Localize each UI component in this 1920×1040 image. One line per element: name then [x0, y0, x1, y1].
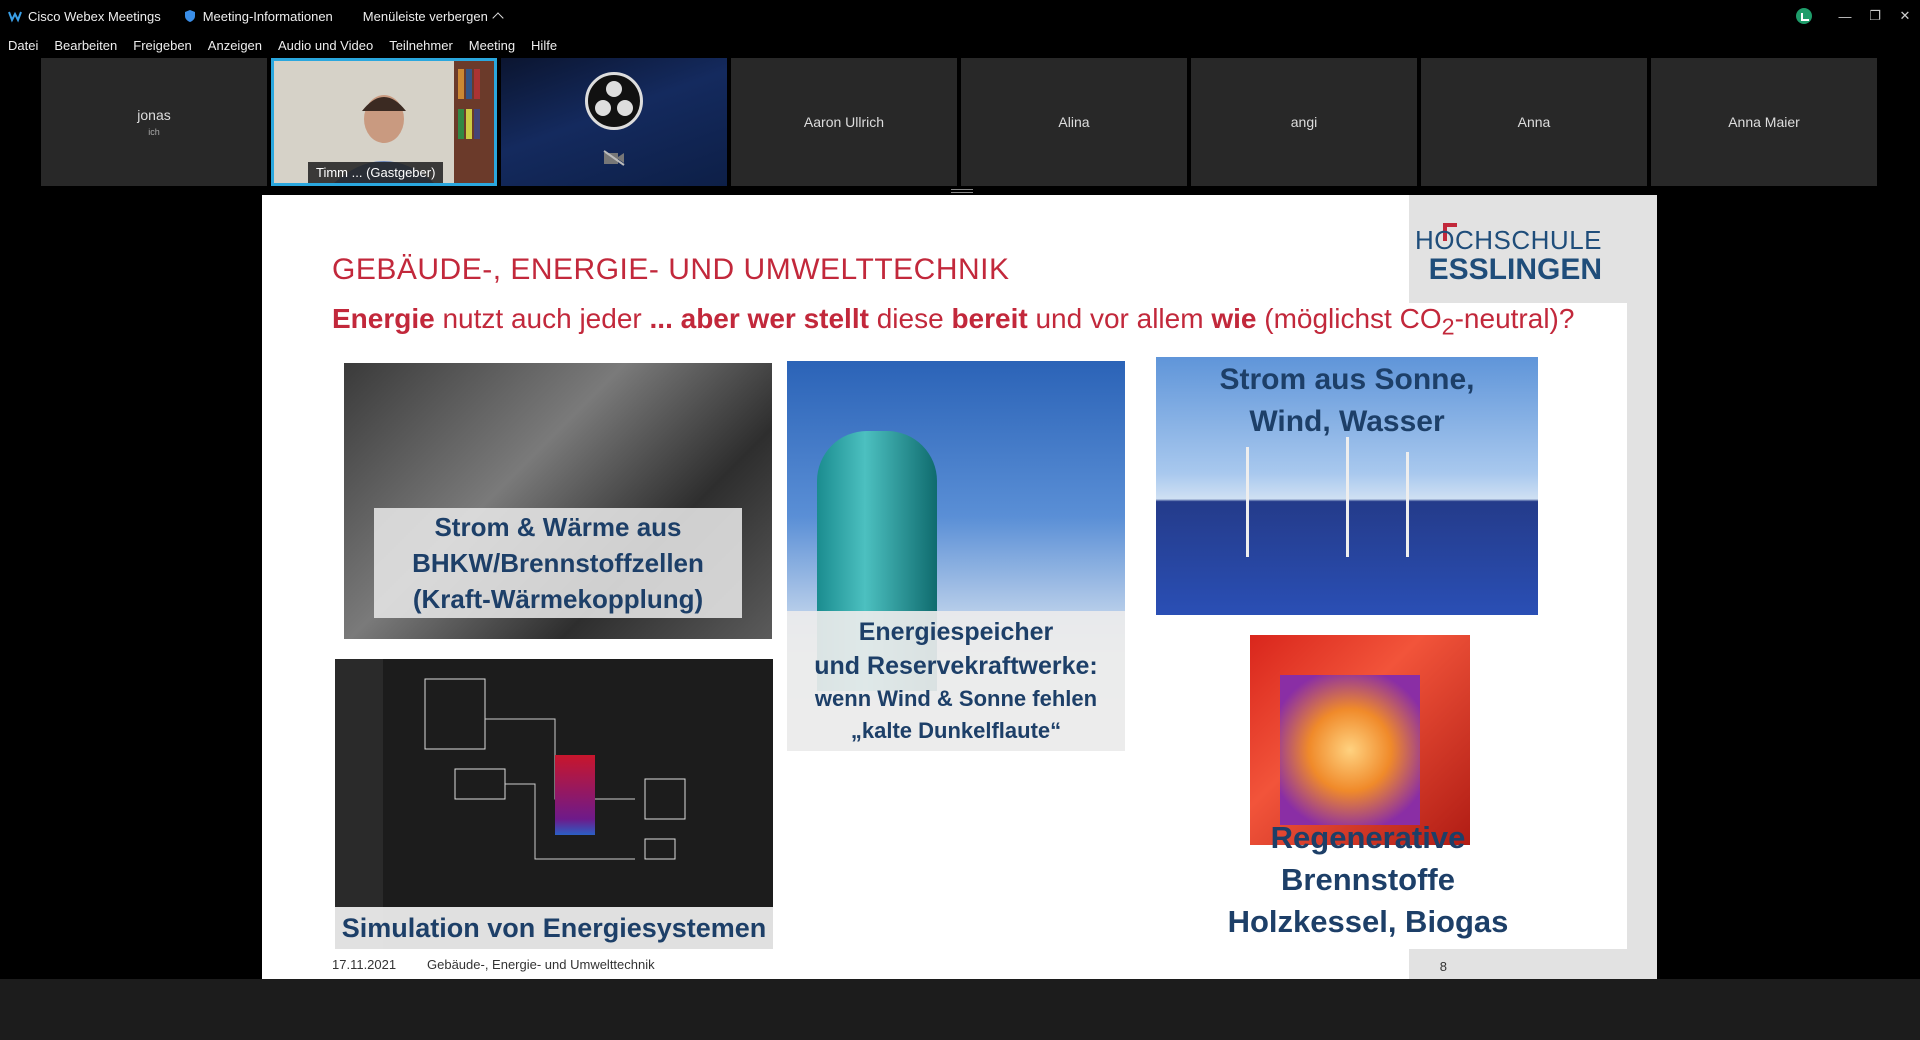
panel-renewables: Strom aus Sonne, Wind, Wasser: [1156, 357, 1538, 615]
bottom-control-bar: [0, 979, 1920, 1040]
panel-simulation: Simulation von Energiesystemen: [335, 659, 773, 949]
menu-meeting[interactable]: Meeting: [469, 38, 515, 53]
participant-name: Anna Maier: [1728, 114, 1800, 130]
panel-renewables-caption: Strom aus Sonne, Wind, Wasser: [1156, 357, 1538, 443]
caption-line: Strom & Wärme aus: [434, 512, 682, 542]
menu-teilnehmer[interactable]: Teilnehmer: [389, 38, 453, 53]
hide-menu-label: Menüleiste verbergen: [362, 8, 488, 24]
slide-page-number: 8: [1439, 959, 1447, 974]
shared-content-slide: HOCHSCHULE ESSLINGEN GEBÄUDE-, ENERGIE- …: [262, 195, 1657, 979]
sub-part: nutzt auch jeder: [434, 303, 650, 334]
participant-name: Aaron Ullrich: [803, 114, 885, 130]
buffer-tank-image: [555, 755, 595, 835]
sub-part: wie: [1211, 303, 1257, 334]
sub-part: ... aber wer stellt: [649, 303, 869, 334]
participant-tile[interactable]: Anna: [1421, 58, 1647, 186]
panel-storage-caption: Energiespeicher und Reservekraftwerke: w…: [787, 611, 1125, 751]
sub-part: 2: [1441, 313, 1455, 340]
caption-line: wenn Wind & Sonne fehlen: [814, 686, 1098, 711]
slide-right-margin: [1627, 303, 1657, 949]
participant-tile[interactable]: Aaron Ullrich: [731, 58, 957, 186]
panel-simulation-caption: Simulation von Energiesystemen: [335, 907, 773, 949]
participant-name: jonas: [137, 107, 171, 123]
caption-line: Regenerative Brennstoffe: [1270, 820, 1466, 897]
sub-part: bereit: [951, 303, 1028, 334]
app-title-label: Cisco Webex Meetings: [28, 8, 161, 24]
university-logo-line2: ESSLINGEN: [1428, 253, 1602, 286]
menu-audio-video[interactable]: Audio und Video: [278, 38, 373, 53]
participant-tile[interactable]: Alina: [961, 58, 1187, 186]
caption-line: und Reservekraftwerke:: [814, 652, 1098, 680]
menu-anzeigen[interactable]: Anzeigen: [208, 38, 262, 53]
simulation-diagram-image: [424, 678, 686, 860]
app-title: Cisco Webex Meetings: [8, 9, 161, 24]
university-logo-line1: HOCHSCHULE: [1414, 225, 1602, 255]
caption-line: Strom aus Sonne,: [1219, 363, 1475, 396]
slide-date: 17.11.2021: [332, 957, 397, 972]
menu-bearbeiten[interactable]: Bearbeiten: [54, 38, 117, 53]
participant-tile[interactable]: Anna Maier: [1651, 58, 1877, 186]
close-icon[interactable]: ✕: [1890, 0, 1920, 32]
minimize-icon[interactable]: —: [1830, 0, 1860, 32]
sub-part: -neutral)?: [1454, 303, 1575, 334]
slide-heading: GEBÄUDE-, ENERGIE- UND UMWELTTECHNIK: [332, 253, 1010, 286]
window-controls: — ❐ ✕: [1796, 0, 1920, 32]
caption-line: Energiespeicher: [858, 618, 1054, 646]
host-name-label: Timm ... (Gastgeber): [308, 162, 444, 183]
slide-subheading: Energie nutzt auch jeder ... aber wer st…: [332, 303, 1574, 341]
panel-chp-caption: Strom & Wärme aus BHKW/Brennstoffzellen …: [374, 508, 742, 618]
wind-turbine-image: [1246, 447, 1249, 557]
hide-menu-button[interactable]: Menüleiste verbergen: [362, 8, 504, 24]
participant-name: angi: [1290, 114, 1318, 130]
participant-tile-obs[interactable]: [501, 58, 727, 186]
sub-part: diese: [868, 303, 952, 334]
wind-turbine-image: [1346, 437, 1349, 557]
caption-line: „kalte Dunkelflaute“: [850, 718, 1062, 743]
resize-handle[interactable]: [951, 189, 973, 193]
meeting-info-button[interactable]: Meeting-Informationen: [183, 9, 333, 24]
menu-bar: Datei Bearbeiten Freigeben Anzeigen Audi…: [0, 32, 1920, 58]
wind-turbine-image: [1406, 452, 1409, 557]
connection-status-icon[interactable]: [1796, 8, 1812, 24]
panel-chp: Strom & Wärme aus BHKW/Brennstoffzellen …: [344, 363, 772, 639]
caption-line: Holzkessel, Biogas: [1227, 904, 1509, 939]
participant-tile[interactable]: angi: [1191, 58, 1417, 186]
webex-logo-icon: [8, 11, 22, 23]
meeting-info-label: Meeting-Informationen: [202, 8, 333, 24]
sub-part: (möglichst CO: [1256, 303, 1442, 334]
boiler-cutaway-image: [1280, 675, 1420, 825]
participant-tile-host-video[interactable]: Timm ... (Gastgeber): [271, 58, 497, 186]
panel-storage: Energiespeicher und Reservekraftwerke: w…: [787, 361, 1125, 751]
menu-freigeben[interactable]: Freigeben: [133, 38, 192, 53]
menu-datei[interactable]: Datei: [8, 38, 38, 53]
caption-line: (Kraft-Wärmekopplung): [412, 584, 704, 614]
participant-name: Alina: [1058, 114, 1090, 130]
sub-part: und vor allem: [1027, 303, 1212, 334]
caption-line: Wind, Wasser: [1249, 405, 1445, 438]
participant-strip: jonas ich Timm ... (Gastgeber) Aaron Ull…: [41, 58, 1877, 186]
sub-part: Energie: [332, 303, 435, 334]
shield-icon: [184, 10, 195, 22]
slide-footer-title: Gebäude-, Energie- und Umwelttechnik: [427, 957, 655, 972]
camera-off-icon: [603, 150, 625, 166]
menu-hilfe[interactable]: Hilfe: [531, 38, 557, 53]
panel-biomass-caption: Regenerative Brennstoffe Holzkessel, Bio…: [1190, 817, 1546, 943]
chevron-up-icon: [492, 12, 504, 24]
participant-tile[interactable]: jonas ich: [41, 58, 267, 186]
caption-line: BHKW/Brennstoffzellen: [412, 548, 704, 578]
panel-biomass: Regenerative Brennstoffe Holzkessel, Bio…: [1190, 635, 1546, 943]
participant-name: Anna: [1517, 114, 1551, 130]
obs-logo-icon: [585, 72, 643, 130]
participant-self-label: ich: [148, 127, 160, 137]
title-bar: Cisco Webex Meetings Meeting-Information…: [0, 0, 1920, 32]
restore-icon[interactable]: ❐: [1860, 0, 1890, 32]
